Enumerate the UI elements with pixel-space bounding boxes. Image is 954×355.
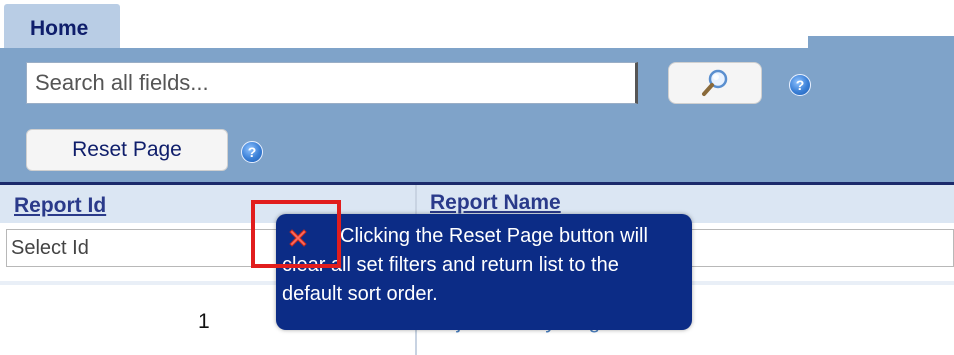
column-header-report-id[interactable]: Report Id bbox=[14, 194, 106, 218]
search-help-icon[interactable]: ? bbox=[789, 74, 811, 96]
reset-help-glyph: ? bbox=[247, 144, 257, 160]
column-header-report-name[interactable]: Report Name bbox=[430, 191, 561, 215]
tab-home[interactable]: Home bbox=[4, 4, 120, 50]
tooltip-text: Clicking the Reset Page button will clea… bbox=[282, 225, 648, 305]
reset-page-button[interactable]: Reset Page bbox=[26, 129, 228, 171]
search-help-glyph: ? bbox=[795, 77, 805, 93]
search-button[interactable] bbox=[668, 62, 762, 104]
close-icon-highlight bbox=[251, 200, 341, 268]
magnifier-icon bbox=[702, 69, 728, 96]
tab-home-label: Home bbox=[30, 17, 89, 40]
table-row-report-id: 1 bbox=[198, 310, 210, 333]
search-input[interactable] bbox=[26, 62, 638, 104]
reset-page-label: Reset Page bbox=[72, 138, 182, 161]
reset-help-icon[interactable]: ? bbox=[241, 141, 263, 163]
